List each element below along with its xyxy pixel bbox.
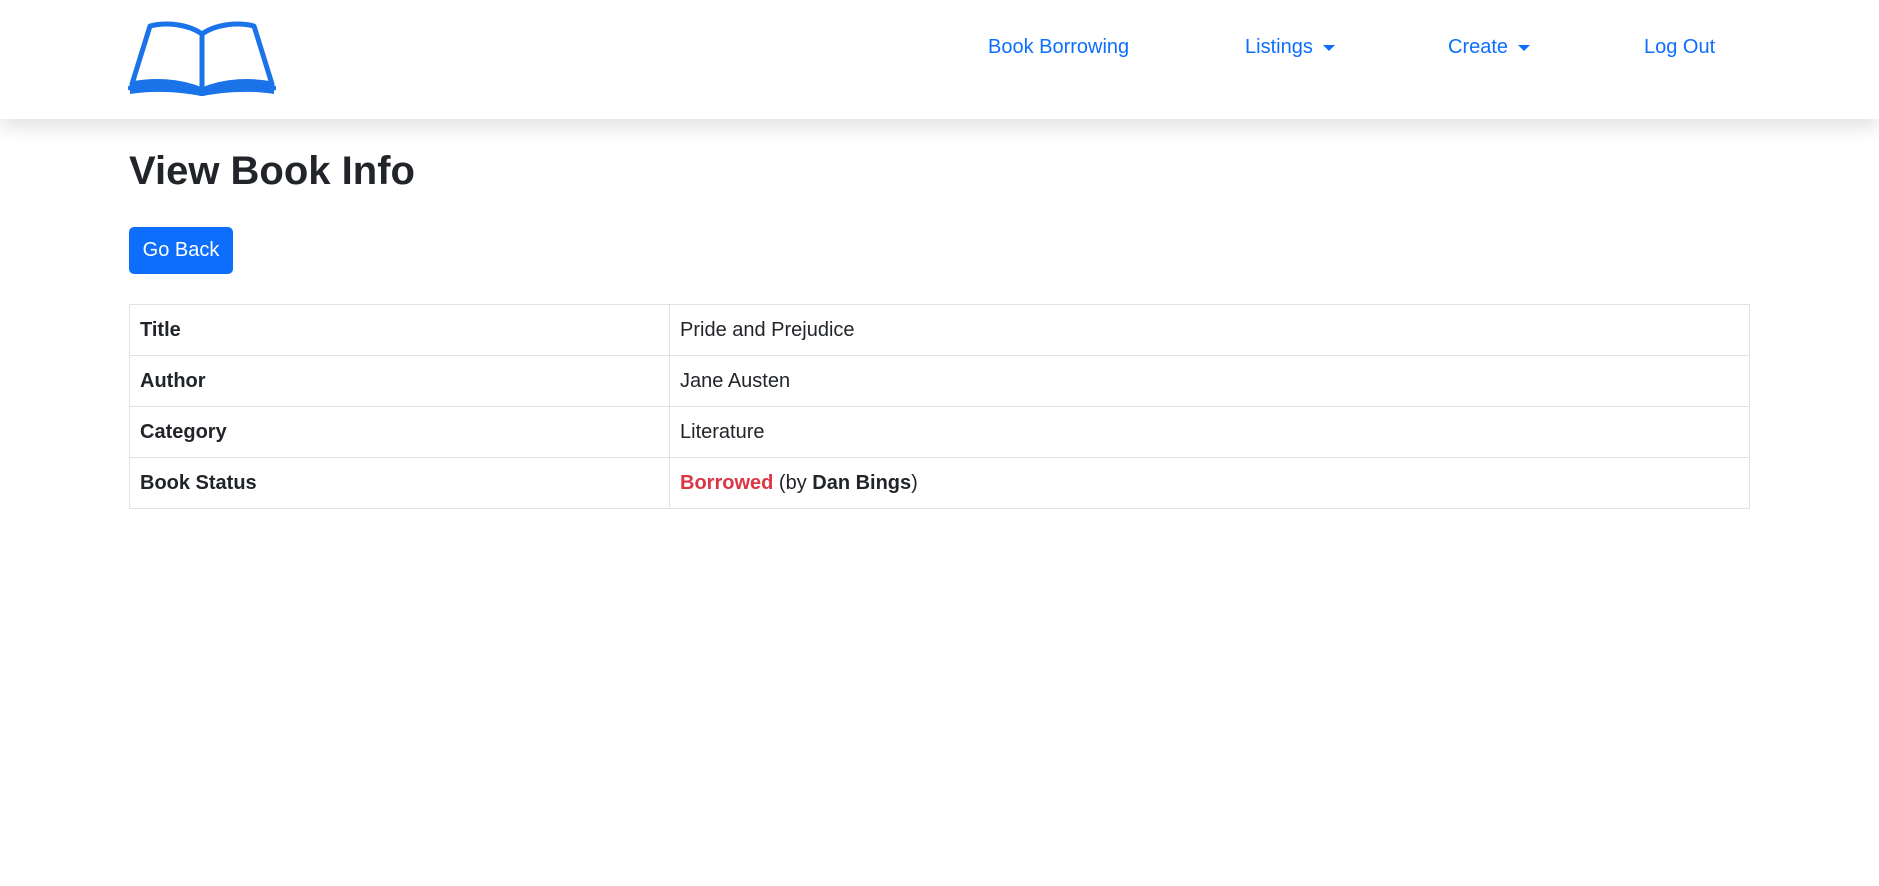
nav-link-label: Create <box>1448 36 1509 58</box>
table-row-title: Title Pride and Prejudice <box>129 304 1750 356</box>
status-cell: Borrowed (by Dan Bings) <box>669 457 1750 509</box>
caret-down-icon <box>1322 44 1335 51</box>
caret-down-icon <box>1518 44 1531 51</box>
nav-dropdown-create[interactable]: Create <box>1448 36 1531 59</box>
row-value: Pride and Prejudice <box>669 304 1750 356</box>
book-info-table: Title Pride and Prejudice Author Jane Au… <box>129 304 1750 509</box>
row-value: Jane Austen <box>669 355 1750 407</box>
row-value: Literature <box>669 406 1750 458</box>
row-label: Title <box>129 304 670 356</box>
nav-link-label: Book Borrowing <box>988 36 1130 58</box>
table-row-status: Book Status Borrowed (by Dan Bings) <box>129 457 1750 509</box>
by-suffix: ) <box>911 471 918 494</box>
top-navbar: Book Borrowing Listings Create Log Out <box>0 0 1879 119</box>
nav-link-book-borrowing[interactable]: Book Borrowing <box>988 36 1129 59</box>
borrower-name: Dan Bings <box>812 471 912 494</box>
nav-dropdown-listings[interactable]: Listings <box>1245 36 1335 59</box>
by-prefix: (by <box>778 471 813 494</box>
status-badge: Borrowed <box>680 471 774 494</box>
nav-link-label: Listings <box>1245 36 1313 58</box>
nav-link-label: Log Out <box>1644 36 1716 58</box>
book-logo-icon[interactable] <box>128 20 276 96</box>
table-row-author: Author Jane Austen <box>129 355 1750 407</box>
nav-link-log-out[interactable]: Log Out <box>1644 36 1715 59</box>
row-label: Author <box>129 355 670 407</box>
row-label: Category <box>129 406 670 458</box>
page-title: View Book Info <box>129 149 415 193</box>
go-back-button[interactable]: Go Back <box>129 227 233 274</box>
row-label: Book Status <box>129 457 670 509</box>
table-row-category: Category Literature <box>129 406 1750 458</box>
